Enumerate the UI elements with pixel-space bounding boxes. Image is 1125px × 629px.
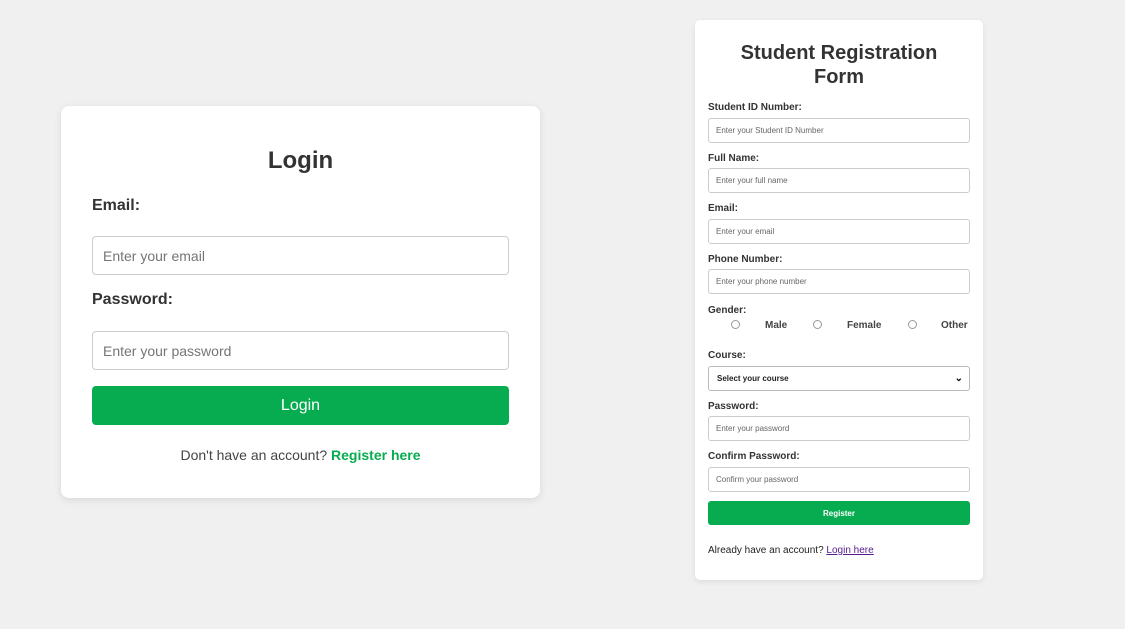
chevron-down-icon: ⌄ — [954, 373, 963, 384]
login-footer-text: Don't have an account? — [180, 447, 328, 463]
registration-title: Student Registration Form — [695, 41, 983, 89]
login-title: Login — [267, 147, 334, 174]
course-label: Course: — [708, 350, 746, 361]
reg-password-input[interactable] — [708, 416, 970, 441]
reg-email-input[interactable] — [708, 219, 970, 244]
login-link[interactable]: Login here — [826, 545, 873, 556]
gender-radio-other[interactable] — [908, 320, 917, 329]
login-footer: Don't have an account? Register here — [61, 446, 540, 464]
reg-password-label: Password: — [708, 401, 759, 412]
full-name-input[interactable] — [708, 168, 970, 193]
registration-title-line2: Form — [814, 66, 864, 88]
register-link[interactable]: Register here — [331, 447, 420, 463]
phone-label: Phone Number: — [708, 254, 783, 265]
login-card: Login Email: Password: Login Don't have … — [61, 106, 540, 498]
login-password-label: Password: — [92, 291, 173, 308]
gender-label-other[interactable]: Other — [941, 320, 968, 331]
confirm-password-input[interactable] — [708, 467, 970, 492]
reg-email-label: Email: — [708, 203, 739, 214]
login-email-input[interactable] — [92, 236, 509, 275]
registration-title-line1: Student Registration — [740, 42, 938, 64]
login-email-label: Email: — [92, 197, 141, 214]
course-select[interactable]: Select your course ⌄ — [708, 366, 970, 391]
gender-label-female[interactable]: Female — [847, 320, 881, 331]
gender-options: Male Female Other — [708, 320, 970, 334]
gender-radio-female[interactable] — [813, 320, 822, 329]
phone-input[interactable] — [708, 269, 970, 294]
student-id-input[interactable] — [708, 118, 970, 143]
registration-footer: Already have an account? Login here — [708, 545, 874, 557]
registration-card: Student Registration Form Student ID Num… — [695, 20, 983, 580]
gender-label: Gender: — [708, 305, 747, 316]
login-password-input[interactable] — [92, 331, 509, 370]
gender-label-male[interactable]: Male — [765, 320, 787, 331]
login-button[interactable]: Login — [92, 386, 509, 425]
registration-footer-text: Already have an account? — [708, 545, 824, 556]
confirm-password-label: Confirm Password: — [708, 451, 800, 462]
student-id-label: Student ID Number: — [708, 102, 802, 113]
gender-radio-male[interactable] — [731, 320, 740, 329]
course-select-value: Select your course — [717, 374, 789, 383]
register-button[interactable]: Register — [708, 501, 970, 525]
full-name-label: Full Name: — [708, 153, 760, 164]
